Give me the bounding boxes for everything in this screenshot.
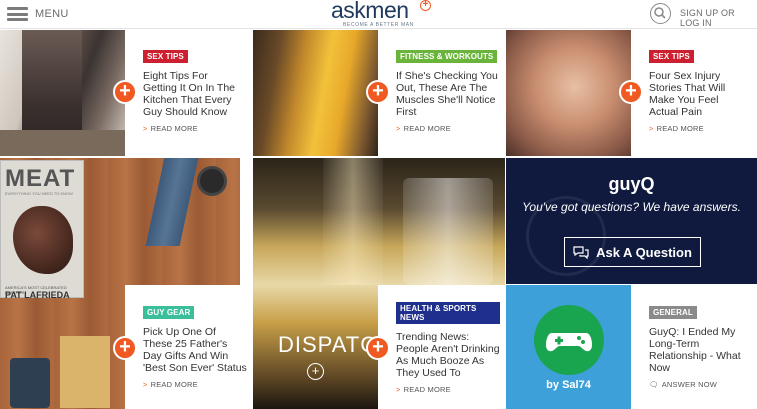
sign-in-link[interactable]: SIGN UP OR LOG IN (680, 8, 757, 28)
site-header: MENU askmen + BECOME A BETTER MAN SIGN U… (0, 0, 757, 29)
book-title: MEAT (5, 165, 76, 192)
read-more-link[interactable]: > READ MORE (143, 124, 243, 133)
watch-image (197, 166, 227, 196)
steak-image (13, 206, 73, 274)
add-button[interactable]: + (619, 80, 643, 104)
category-badge[interactable]: SEX TIPS (649, 50, 694, 63)
article-card: SEX TIPS Eight Tips For Getting It On In… (143, 46, 243, 133)
article-image[interactable] (253, 158, 505, 285)
guyq-panel: guyQ You've got questions? We have answe… (506, 158, 757, 284)
article-title[interactable]: Trending News: People Aren't Drinking As… (396, 331, 500, 379)
read-more-link[interactable]: > READ MORE (396, 124, 500, 133)
add-button[interactable]: + (366, 336, 390, 360)
article-image[interactable] (253, 30, 378, 156)
product-image (10, 358, 50, 408)
add-button[interactable]: + (113, 80, 137, 104)
book-author: PAT LAFRIEDA (5, 290, 70, 300)
meat-book-cover: MEAT EVERYTHING YOU NEED TO KNOW AMERICA… (0, 160, 84, 300)
article-title[interactable]: If She's Checking You Out, These Are The… (396, 70, 500, 118)
category-badge[interactable]: GUY GEAR (143, 306, 195, 319)
guyq-logo: guyQ (608, 174, 655, 194)
article-card: GENERAL GuyQ: I Ended My Long-Term Relat… (649, 302, 753, 389)
user-panel[interactable]: by Sal74 (506, 285, 631, 409)
article-card: FITNESS & WORKOUTS If She's Checking You… (396, 46, 500, 133)
user-avatar[interactable] (534, 305, 604, 375)
dispatch-plus-icon[interactable]: + (307, 363, 324, 380)
add-button[interactable]: + (113, 336, 137, 360)
category-badge[interactable]: GENERAL (649, 306, 697, 319)
article-image[interactable] (0, 30, 125, 156)
article-title[interactable]: Eight Tips For Getting It On In The Kitc… (143, 70, 243, 118)
menu-button[interactable]: MENU (7, 5, 69, 23)
logo-tagline: BECOME A BETTER MAN (343, 22, 414, 28)
category-badge[interactable]: HEALTH & SPORTS NEWS (396, 302, 500, 324)
article-tile-booze[interactable]: DISPATCH + + HEALTH & SPORTS NEWS Trendi… (253, 158, 505, 409)
read-more-link[interactable]: > READ MORE (143, 380, 247, 389)
article-title[interactable]: Four Sex Injury Stories That Will Make Y… (649, 70, 749, 118)
article-card: GUY GEAR Pick Up One Of These 25 Father'… (143, 302, 247, 389)
article-tile-gifts[interactable]: MEAT EVERYTHING YOU NEED TO KNOW AMERICA… (0, 158, 251, 409)
logo-plus-icon: + (420, 0, 431, 11)
article-card: SEX TIPS Four Sex Injury Stories That Wi… (649, 46, 749, 133)
gamepad-icon (546, 333, 592, 352)
ask-question-button[interactable]: Ask A Question (564, 237, 701, 267)
article-image[interactable] (506, 30, 631, 156)
search-icon[interactable] (650, 3, 671, 24)
category-badge[interactable]: FITNESS & WORKOUTS (396, 50, 498, 63)
book-subtitle: EVERYTHING YOU NEED TO KNOW (5, 191, 73, 196)
hamburger-icon (7, 7, 28, 21)
product-box (60, 336, 110, 408)
menu-label: MENU (35, 8, 69, 20)
answer-now-link[interactable]: 🗨 ANSWER NOW (649, 380, 753, 389)
article-card: HEALTH & SPORTS NEWS Trending News: Peop… (396, 302, 500, 394)
logo-text: askmen (331, 0, 409, 23)
username: by Sal74 (546, 379, 591, 391)
guyq-tagline: You've got questions? We have answers. (522, 200, 741, 214)
read-more-link[interactable]: > READ MORE (396, 385, 500, 394)
article-title[interactable]: GuyQ: I Ended My Long-Term Relationship … (649, 326, 753, 374)
ask-question-label: Ask A Question (596, 244, 692, 260)
chat-icon (573, 245, 589, 259)
article-tile-kitchen[interactable]: + SEX TIPS Eight Tips For Getting It On … (0, 30, 251, 156)
article-tile-injury[interactable]: + SEX TIPS Four Sex Injury Stories That … (506, 30, 757, 156)
article-tile-muscles[interactable]: + FITNESS & WORKOUTS If She's Checking Y… (253, 30, 505, 156)
site-logo[interactable]: askmen + BECOME A BETTER MAN (331, 0, 431, 29)
add-button[interactable]: + (366, 80, 390, 104)
category-badge[interactable]: SEX TIPS (143, 50, 188, 63)
article-title[interactable]: Pick Up One Of These 25 Father's Day Gif… (143, 326, 247, 374)
read-more-link[interactable]: > READ MORE (649, 124, 749, 133)
